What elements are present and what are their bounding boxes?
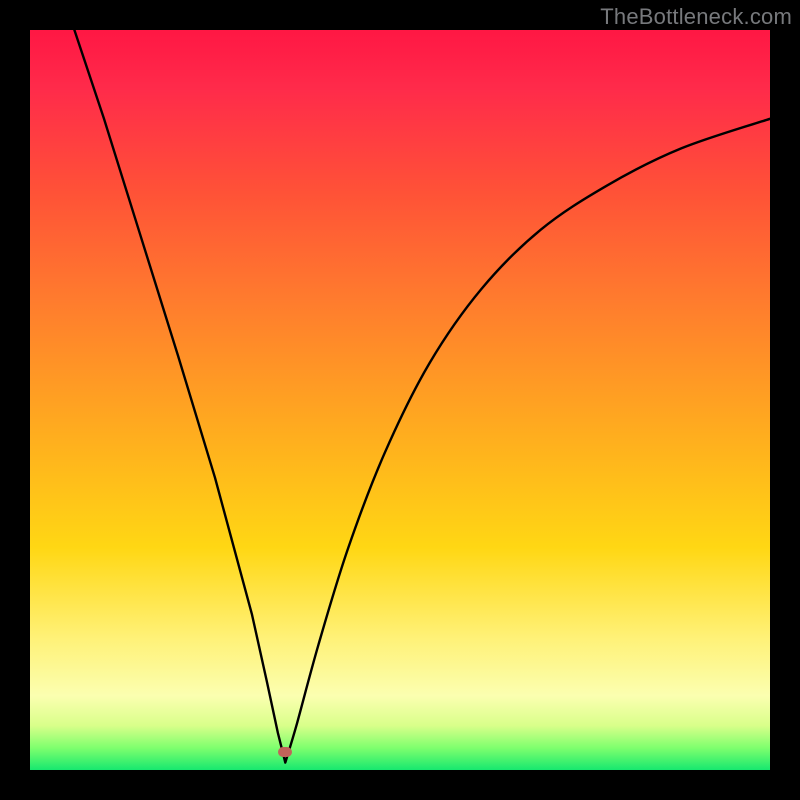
chart-stage: TheBottleneck.com [0,0,800,800]
minimum-marker [278,747,292,757]
watermark-text: TheBottleneck.com [600,4,792,30]
bottleneck-curve [30,30,770,770]
plot-area [30,30,770,770]
